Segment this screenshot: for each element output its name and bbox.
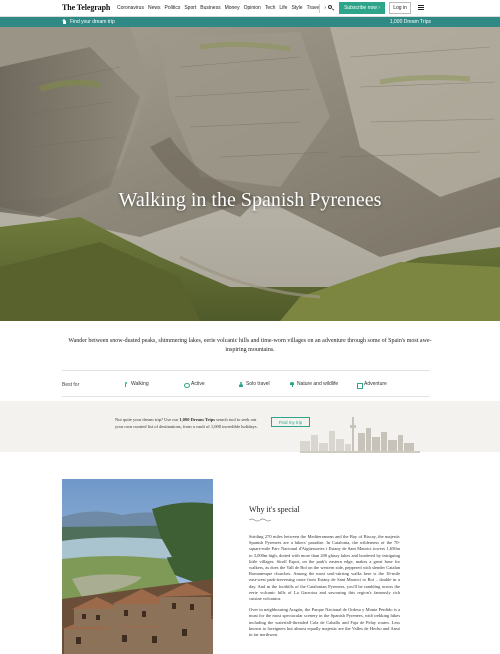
nav-divider <box>319 4 320 13</box>
paragraph: Striding 270 miles between the Mediterra… <box>249 534 400 602</box>
tag-walking[interactable]: Walking <box>124 381 149 387</box>
nav-style[interactable]: Style <box>291 5 302 11</box>
nav-news[interactable]: News <box>148 5 161 11</box>
tag-label: Walking <box>131 381 149 387</box>
search-icon[interactable] <box>326 3 336 13</box>
dream-trips-count[interactable]: 1,000 Dream Trips <box>390 19 431 25</box>
hero-image: Walking in the Spanish Pyrenees <box>0 27 500 321</box>
nav-opinion[interactable]: Opinion <box>244 5 261 11</box>
nav-life[interactable]: Life <box>279 5 287 11</box>
intro-text: Wander between snow-dusted peaks, shimme… <box>68 338 432 353</box>
tag-active[interactable]: Active <box>184 381 205 388</box>
best-for-label: Best for <box>62 382 80 388</box>
tag-nature[interactable]: Nature and wildlife <box>290 381 338 387</box>
nav-sport[interactable]: Sport <box>184 5 196 11</box>
dream-trips-bar: Find your dream trip 1,000 Dream Trips <box>0 17 500 27</box>
article-body: Striding 270 miles between the Mediterra… <box>249 534 400 643</box>
active-icon <box>184 382 190 388</box>
login-button[interactable]: Log in <box>389 2 411 14</box>
nature-icon <box>290 381 294 387</box>
paragraph: Over in neighbouring Aragón, the Parque … <box>249 607 400 638</box>
solo-travel-icon <box>239 381 243 387</box>
tag-label: Active <box>191 381 205 387</box>
promo-link[interactable]: 1,000 Dream Trips <box>179 417 215 422</box>
pyrenees-village-image <box>62 479 213 654</box>
walking-icon <box>124 381 128 387</box>
section-nav: Coronavirus News Politics Sport Business… <box>117 5 326 11</box>
tag-label: Adventure <box>364 381 387 387</box>
nav-tech[interactable]: Tech <box>265 5 276 11</box>
mountain-landscape-image <box>0 27 500 321</box>
dream-trip-promo: Not quite your dream trip? Use our 1,000… <box>0 401 500 452</box>
adventure-icon <box>357 382 363 389</box>
breadcrumb[interactable]: Find your dream trip <box>70 19 115 25</box>
page-title: Walking in the Spanish Pyrenees <box>118 189 382 211</box>
city-skyline-illustration <box>300 417 420 453</box>
wave-divider-icon <box>249 518 271 522</box>
telegraph-logo[interactable]: The Telegraph <box>62 3 110 12</box>
tag-label: Nature and wildlife <box>297 381 339 387</box>
menu-icon[interactable] <box>418 5 424 11</box>
village-lake-photo <box>62 479 213 654</box>
promo-text: Not quite your dream trip? Use our 1,000… <box>115 417 258 429</box>
tag-label: Solo travel <box>246 381 270 387</box>
best-for-row: Best for Walking Active Solo travel Natu… <box>62 370 430 397</box>
top-nav: The Telegraph Coronavirus News Politics … <box>0 0 500 17</box>
nav-politics[interactable]: Politics <box>164 5 180 11</box>
tag-solo-travel[interactable]: Solo travel <box>239 381 270 387</box>
subscribe-button[interactable]: Subscribe now › <box>339 2 385 14</box>
home-icon[interactable] <box>62 19 67 24</box>
section-heading: Why it's special <box>249 505 300 514</box>
tag-adventure[interactable]: Adventure <box>357 381 387 389</box>
nav-coronavirus[interactable]: Coronavirus <box>117 5 144 11</box>
nav-money[interactable]: Money <box>225 5 240 11</box>
nav-business[interactable]: Business <box>200 5 220 11</box>
